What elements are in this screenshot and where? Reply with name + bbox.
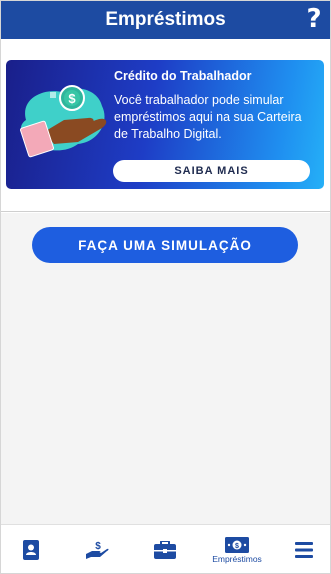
id-card-icon: [23, 540, 39, 560]
menu-icon: [295, 542, 313, 558]
svg-text:$: $: [235, 543, 239, 550]
banner-title: Crédito do Trabalhador: [114, 69, 252, 83]
briefcase-icon: [154, 541, 176, 559]
svg-text:$: $: [68, 91, 76, 106]
tab-carteira[interactable]: [14, 525, 48, 574]
help-button[interactable]: ?: [303, 4, 325, 34]
svg-text:$: $: [95, 541, 101, 552]
hand-money-icon: $: [85, 540, 109, 560]
tab-emprestimos-label: Empréstimos: [212, 553, 262, 564]
app-header: Empréstimos ?: [0, 0, 331, 39]
tab-menu[interactable]: [288, 525, 320, 574]
simulate-button[interactable]: FAÇA UMA SIMULAÇÃO: [32, 227, 298, 263]
tab-beneficios[interactable]: $: [80, 525, 114, 574]
banknote-icon: $: [225, 536, 249, 553]
banner-description: Você trabalhador pode simular empréstimo…: [114, 93, 302, 141]
section-divider: [0, 211, 331, 212]
bottom-tab-bar: $ $ Empréstimos: [0, 524, 331, 574]
credit-banner[interactable]: $ Crédito do Trabalhador Você trabalhado…: [6, 60, 324, 189]
tab-vagas[interactable]: [148, 525, 182, 574]
tab-emprestimos[interactable]: $ Empréstimos: [206, 525, 268, 574]
page-title: Empréstimos: [105, 8, 226, 30]
saiba-mais-button[interactable]: SAIBA MAIS: [113, 160, 310, 182]
hand-with-coin-icon: $: [14, 80, 114, 164]
